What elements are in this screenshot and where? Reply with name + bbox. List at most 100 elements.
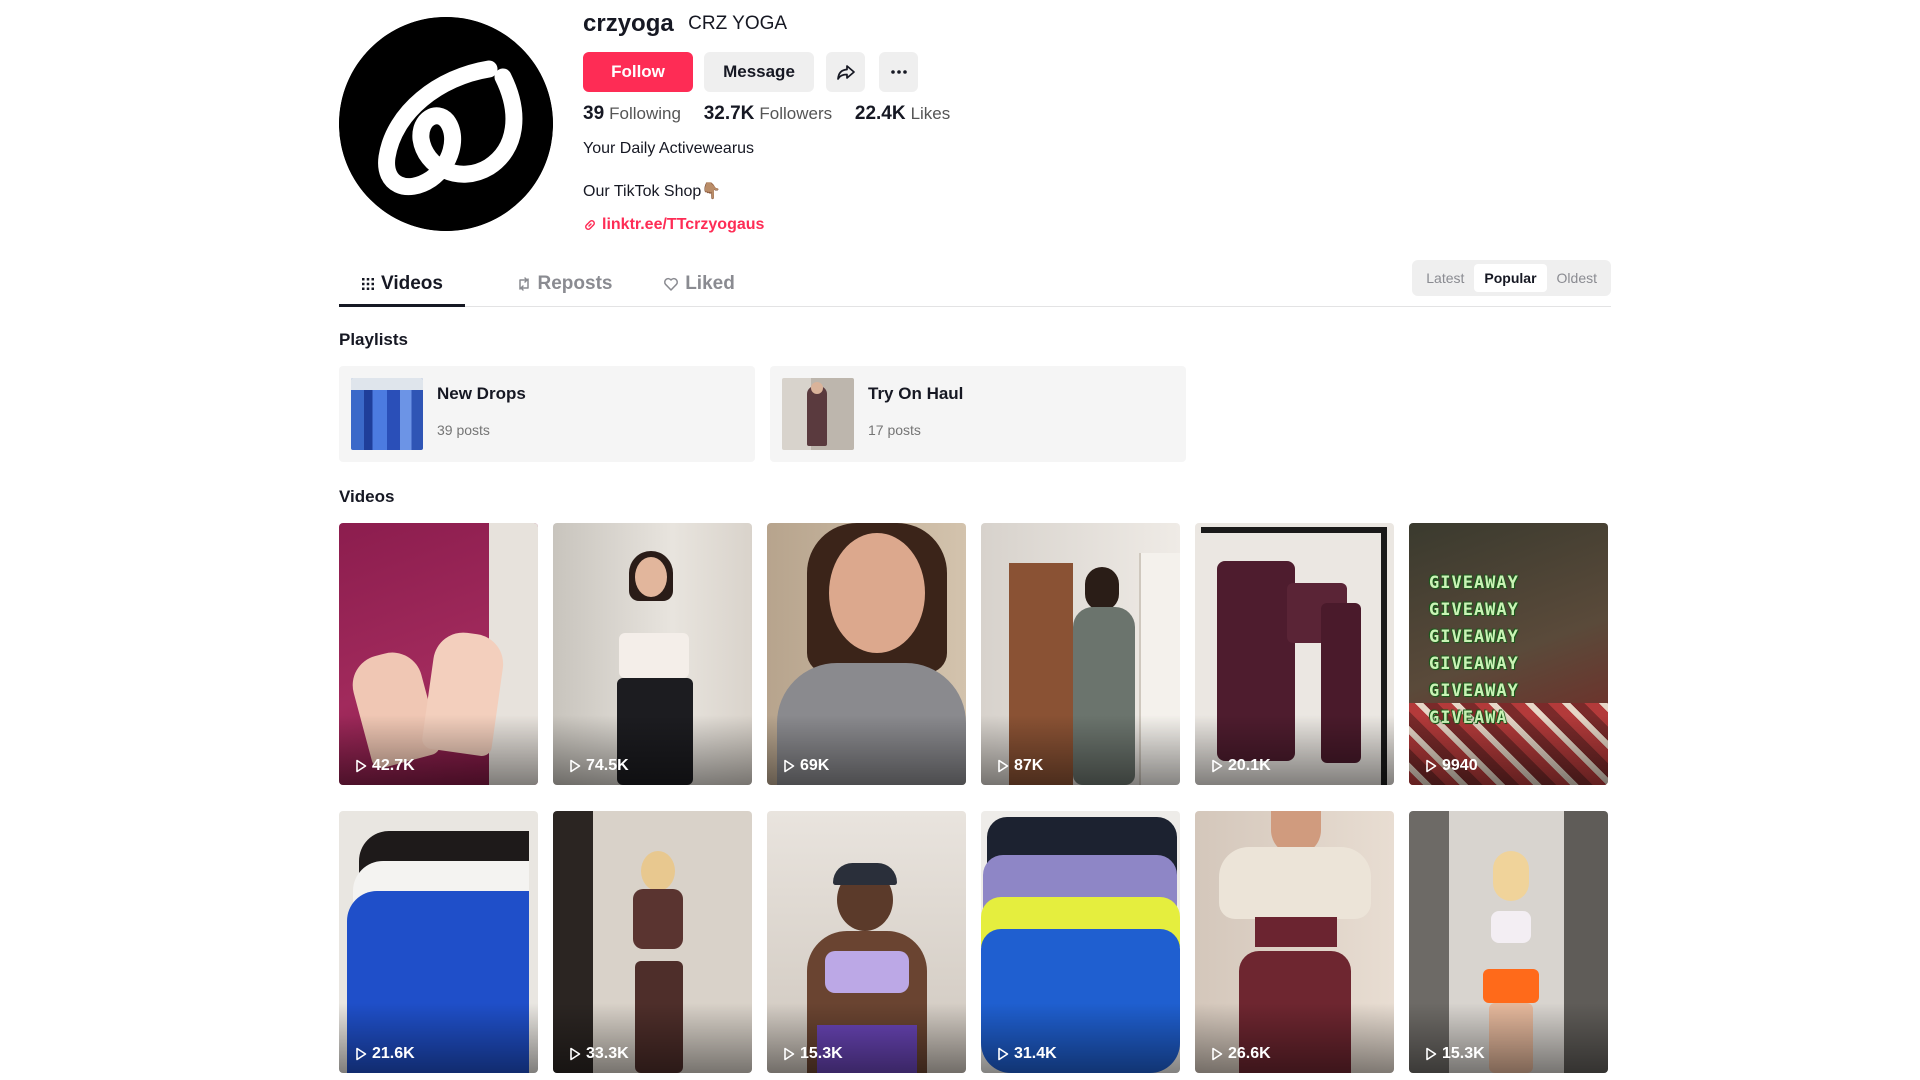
video-thumb-bra <box>1491 911 1531 943</box>
active-tab-indicator <box>339 304 465 307</box>
play-icon <box>570 1047 581 1061</box>
video-card[interactable]: 15.3K <box>1409 811 1608 1073</box>
stat-value: 22.4K <box>854 103 906 124</box>
view-count-text: 74.5K <box>586 757 629 774</box>
giveaway-text: GIVEAWAY <box>1429 600 1519 620</box>
tab-label: Liked <box>685 273 735 294</box>
play-icon <box>1212 1047 1223 1061</box>
bio-link[interactable]: linktr.ee/TTcrzyogaus <box>583 216 764 234</box>
video-view-count: 33.3K <box>569 1045 629 1063</box>
stat-followers[interactable]: 32.7K Followers <box>704 103 832 125</box>
play-icon <box>998 759 1009 773</box>
view-count-text: 69K <box>800 757 830 774</box>
sort-popular[interactable]: Popular <box>1474 264 1547 292</box>
video-thumb-head <box>1493 851 1529 901</box>
playlist-card-new-drops[interactable]: New Drops 39 posts <box>339 366 755 462</box>
stat-label: Followers <box>759 104 833 123</box>
bio-line-2: Our TikTok Shop👇🏽 <box>583 183 722 200</box>
video-view-count: 69K <box>783 757 829 775</box>
video-thumb-shorts <box>1483 969 1539 1003</box>
playlist-count: 17 posts <box>868 422 921 438</box>
video-card[interactable]: 69K <box>767 523 966 785</box>
sort-toggle: Latest Popular Oldest <box>1412 260 1611 296</box>
playlist-thumbnail <box>782 378 854 450</box>
video-card[interactable]: GIVEAWAY GIVEAWAY GIVEAWAY GIVEAWAY GIVE… <box>1409 523 1608 785</box>
more-icon <box>890 70 907 74</box>
follow-button[interactable]: Follow <box>583 52 693 92</box>
sort-oldest[interactable]: Oldest <box>1547 264 1607 292</box>
video-card[interactable]: 31.4K <box>981 811 1180 1073</box>
tab-label: Videos <box>381 273 443 294</box>
video-thumb-face <box>829 533 925 653</box>
play-icon <box>356 759 367 773</box>
grid-icon <box>362 278 375 290</box>
thumb-figure <box>807 386 827 446</box>
playlist-title: New Drops <box>437 384 526 403</box>
view-count-text: 42.7K <box>372 757 415 774</box>
play-icon <box>1426 759 1437 773</box>
sort-latest[interactable]: Latest <box>1416 264 1474 292</box>
profile-avatar[interactable] <box>339 17 553 231</box>
video-card[interactable]: 21.6K <box>339 811 538 1073</box>
play-icon <box>998 1047 1009 1061</box>
video-view-count: 42.7K <box>355 757 415 775</box>
view-count-text: 20.1K <box>1228 757 1271 774</box>
giveaway-text: GIVEAWAY <box>1429 573 1519 593</box>
repost-icon <box>518 277 529 291</box>
play-icon <box>356 1047 367 1061</box>
link-icon <box>585 220 595 230</box>
stat-following[interactable]: 39 Following <box>583 103 681 125</box>
tab-liked[interactable]: Liked <box>639 262 759 306</box>
video-card[interactable]: 87K <box>981 523 1180 785</box>
video-view-count: 15.3K <box>783 1045 843 1063</box>
share-icon <box>836 65 855 80</box>
playlists-heading: Playlists <box>339 330 408 349</box>
video-thumb-top <box>619 633 689 678</box>
playlist-thumbnail <box>351 378 423 450</box>
more-options-button[interactable] <box>879 52 918 92</box>
video-card[interactable]: 33.3K <box>553 811 752 1073</box>
tab-videos[interactable]: Videos <box>339 262 465 306</box>
video-thumb-rack <box>1201 527 1387 533</box>
video-view-count: 31.4K <box>997 1045 1057 1063</box>
stat-label: Likes <box>910 104 951 123</box>
profile-stats: 39 Following 32.7K Followers 22.4K Likes <box>583 103 968 127</box>
giveaway-text: GIVEAWAY <box>1429 654 1519 674</box>
play-icon <box>570 759 581 773</box>
video-card[interactable]: 42.7K <box>339 523 538 785</box>
video-card[interactable]: 74.5K <box>553 523 752 785</box>
stat-value: 32.7K <box>703 103 755 124</box>
view-count-text: 87K <box>1014 757 1044 774</box>
video-thumb-top <box>1255 917 1337 947</box>
video-card[interactable]: 26.6K <box>1195 811 1394 1073</box>
view-count-text: 31.4K <box>1014 1045 1057 1062</box>
bio-link-text: linktr.ee/TTcrzyogaus <box>602 216 765 233</box>
video-view-count: 21.6K <box>355 1045 415 1063</box>
video-card[interactable]: 15.3K <box>767 811 966 1073</box>
giveaway-text: GIVEAWAY <box>1429 681 1519 701</box>
thumb-rack <box>351 378 423 390</box>
playlist-card-try-on-haul[interactable]: Try On Haul 17 posts <box>770 366 1186 462</box>
video-view-count: 15.3K <box>1425 1045 1485 1063</box>
bio-line-1: Your Daily Activewearus <box>583 140 755 157</box>
thumb-head <box>811 382 823 394</box>
view-count-text: 15.3K <box>1442 1045 1485 1062</box>
tab-reposts[interactable]: Reposts <box>499 262 629 306</box>
stat-value: 39 <box>583 103 605 124</box>
video-thumb-head <box>641 851 675 891</box>
play-icon <box>784 759 795 773</box>
share-button[interactable] <box>826 52 865 92</box>
crz-logo-icon <box>339 17 553 231</box>
video-thumb-bra <box>825 951 909 993</box>
video-thumb-head <box>1085 567 1119 611</box>
username: crzyoga <box>583 10 674 37</box>
view-count-text: 21.6K <box>372 1045 415 1062</box>
playlist-title: Try On Haul <box>868 384 964 403</box>
view-count-text: 33.3K <box>586 1045 629 1062</box>
video-view-count: 26.6K <box>1211 1045 1271 1063</box>
video-card[interactable]: 20.1K <box>1195 523 1394 785</box>
play-icon <box>784 1047 795 1061</box>
message-button[interactable]: Message <box>704 52 814 92</box>
view-count-text: 15.3K <box>800 1045 843 1062</box>
videos-heading: Videos <box>339 487 395 506</box>
